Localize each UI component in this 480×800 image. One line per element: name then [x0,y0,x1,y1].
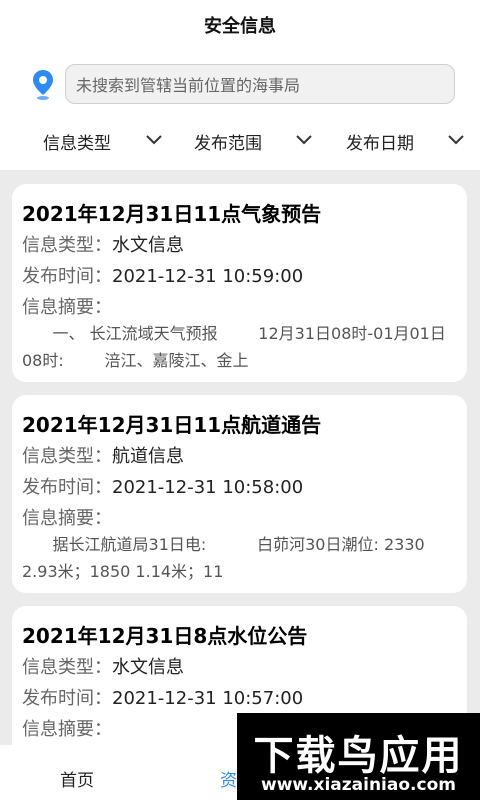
filter-publish-date[interactable]: 发布日期 [346,126,476,156]
tab-info[interactable]: 资 [220,766,237,791]
top-bar: 安全信息 未搜索到管辖当前位置的海事局 信息类型 发布范围 发布日期 [0,0,480,170]
location-pin-icon[interactable] [31,69,55,101]
card-time-row: 发布时间：2021-12-31 10:57:00 [22,684,303,710]
type-value: 水文信息 [112,657,184,678]
filter-label: 发布日期 [346,133,414,154]
search-input[interactable]: 未搜索到管辖当前位置的海事局 [65,64,455,104]
time-value: 2021-12-31 10:58:00 [112,477,304,498]
card-time-row: 发布时间：2021-12-31 10:58:00 [22,473,303,499]
info-card[interactable]: 2021年12月31日11点气象预告 信息类型：水文信息 发布时间：2021-1… [12,184,467,382]
card-summary-row: 信息摘要： [22,293,112,319]
summary-label: 信息摘要： [22,297,112,318]
page-title: 安全信息 [204,16,276,37]
filter-publish-scope[interactable]: 发布范围 [194,126,324,156]
card-type-row: 信息类型：水文信息 [22,653,184,679]
time-value: 2021-12-31 10:57:00 [112,688,304,709]
filter-info-type[interactable]: 信息类型 [43,126,173,156]
type-label: 信息类型： [22,235,112,256]
card-time-row: 发布时间：2021-12-31 10:59:00 [22,262,303,288]
time-label: 发布时间： [22,688,112,709]
type-label: 信息类型： [22,446,112,467]
info-list[interactable]: 2021年12月31日11点气象预告 信息类型：水文信息 发布时间：2021-1… [0,170,480,800]
watermark-logo: 下载鸟应用 www.xiazainiao.com [237,713,480,800]
time-value: 2021-12-31 10:59:00 [112,266,304,287]
type-value: 水文信息 [112,235,184,256]
card-summary-row: 信息摘要： [22,504,112,530]
time-label: 发布时间： [22,477,112,498]
card-summary: 一、 长江流域天气预报 12月31日08时-01月01日08时: 涪江、嘉陵江、… [22,324,446,370]
type-value: 航道信息 [112,446,184,467]
summary-label: 信息摘要： [22,719,112,740]
card-summary: 据长江航道局31日电: 白茆河30日潮位: 2330 2.93米；1850 1.… [22,535,430,581]
filter-label: 信息类型 [43,133,111,154]
card-title: 2021年12月31日11点气象预告 [22,202,322,226]
chevron-down-icon [146,135,162,145]
type-label: 信息类型： [22,657,112,678]
chevron-down-icon [448,135,464,145]
filter-label: 发布范围 [194,133,262,154]
card-title: 2021年12月31日11点航道通告 [22,413,322,437]
watermark-title: 下载鸟应用 [253,733,464,779]
time-label: 发布时间： [22,266,112,287]
card-type-row: 信息类型：航道信息 [22,442,184,468]
card-summary-row: 信息摘要： [22,715,112,741]
chevron-down-icon [296,135,312,145]
watermark-url: www.xiazainiao.com [261,775,456,795]
card-title: 2021年12月31日8点水位公告 [22,624,308,648]
search-placeholder: 未搜索到管辖当前位置的海事局 [76,76,301,95]
card-type-row: 信息类型：水文信息 [22,231,184,257]
tab-home[interactable]: 首页 [60,766,94,791]
summary-label: 信息摘要： [22,508,112,529]
info-card[interactable]: 2021年12月31日11点航道通告 信息类型：航道信息 发布时间：2021-1… [12,395,467,593]
